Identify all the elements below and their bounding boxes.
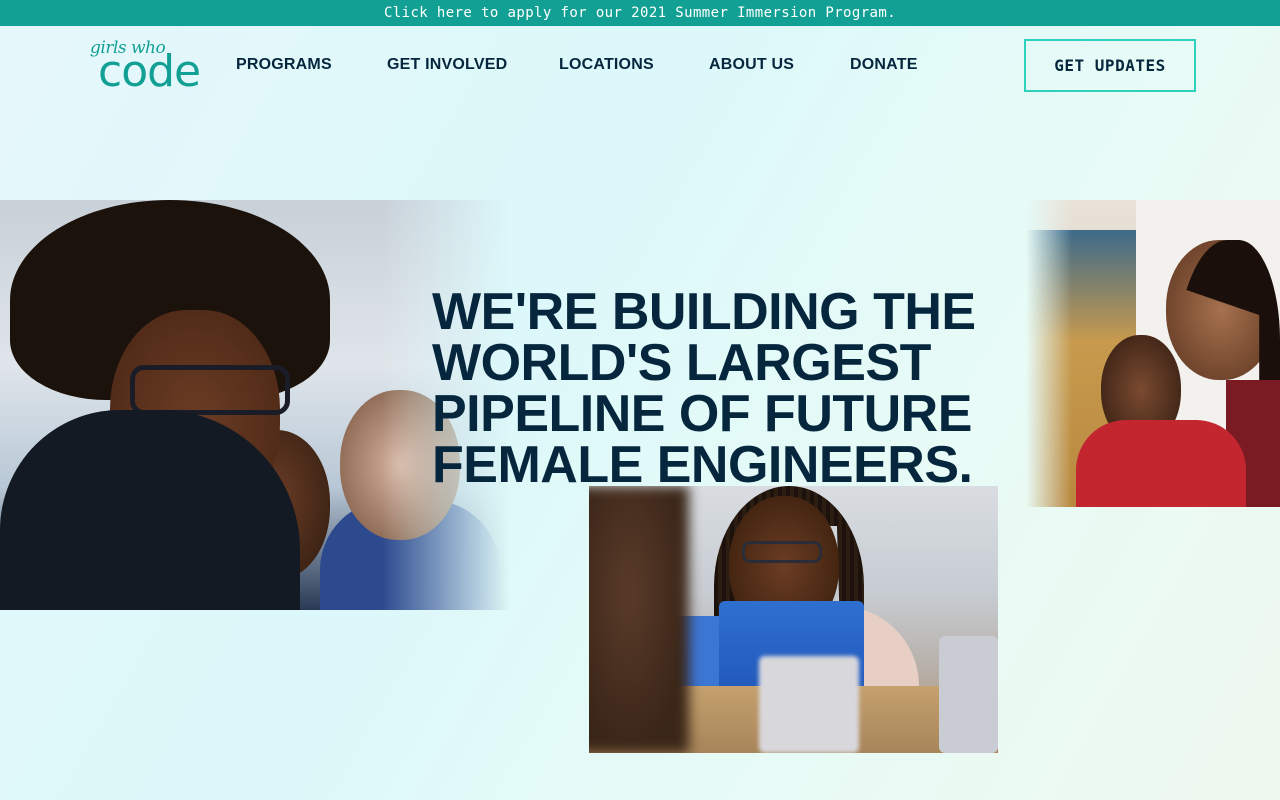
hero-heading-line: WE'RE BUILDING THE (432, 283, 976, 341)
photo-figure (742, 541, 822, 563)
photo-figure (1076, 420, 1246, 507)
photo-figure (130, 365, 290, 415)
hero-heading-line: WORLD'S LARGEST (432, 334, 931, 392)
nav-item-get-involved[interactable]: GET INVOLVED (387, 56, 507, 74)
photo-laptop (759, 656, 859, 753)
announcement-banner[interactable]: Click here to apply for our 2021 Summer … (0, 0, 1280, 26)
hero-heading: WE'RE BUILDING THE WORLD'S LARGEST PIPEL… (432, 283, 992, 494)
logo-code-text: code (98, 46, 201, 97)
hero-photo-right (1026, 200, 1280, 507)
hero-heading-line: PIPELINE OF FUTURE (432, 385, 972, 443)
hero-heading-line: FEMALE ENGINEERS. (432, 436, 973, 494)
girls-who-code-logo[interactable]: girls who code (88, 38, 201, 94)
nav-item-locations[interactable]: LOCATIONS (559, 56, 654, 74)
nav-item-programs[interactable]: PROGRAMS (236, 56, 332, 74)
announcement-text[interactable]: Click here to apply for our 2021 Summer … (384, 5, 896, 21)
photo-figure (589, 486, 689, 753)
site-header: girls who code PROGRAMS GET INVOLVED LOC… (0, 26, 1280, 106)
hero-photo-center (589, 486, 998, 753)
nav-item-about-us[interactable]: ABOUT US (709, 56, 794, 74)
photo-laptop (939, 636, 998, 753)
nav-item-donate[interactable]: DONATE (850, 56, 918, 74)
get-updates-button[interactable]: GET UPDATES (1024, 39, 1196, 92)
